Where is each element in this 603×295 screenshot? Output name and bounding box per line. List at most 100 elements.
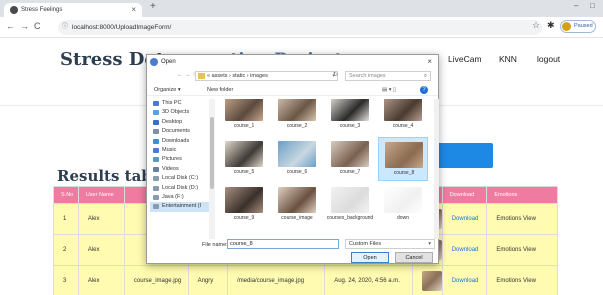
file-thumbnail xyxy=(225,187,263,213)
file-name: course_2 xyxy=(286,123,308,129)
drive-icon xyxy=(153,166,159,172)
view-options-icon[interactable]: ▤ ▾ ▯ xyxy=(382,84,396,96)
file-thumbnail xyxy=(331,99,369,121)
file-thumbnail xyxy=(225,141,263,167)
info-icon[interactable]: ⓘ xyxy=(62,20,68,35)
file-item[interactable]: course_6 xyxy=(272,137,322,181)
filetype-value: Custom Files xyxy=(349,241,382,247)
back-icon[interactable]: ← xyxy=(6,21,15,31)
search-icon: ⌕ xyxy=(423,73,427,79)
file-item[interactable]: course_image xyxy=(272,183,322,227)
sidebar-item[interactable]: Downloads xyxy=(150,137,209,146)
minimize-icon[interactable]: – xyxy=(574,1,578,10)
filetype-select[interactable]: Custom Files ▾ xyxy=(345,239,435,249)
open-button[interactable]: Open xyxy=(351,252,389,263)
new-folder-button[interactable]: New folder xyxy=(207,84,233,96)
dialog-path-text: « assets › static › images xyxy=(207,73,268,79)
sidebar-item[interactable]: Desktop xyxy=(150,118,209,127)
dialog-close-icon[interactable]: × xyxy=(427,55,432,69)
cancel-button[interactable]: Cancel xyxy=(395,252,433,263)
file-item[interactable]: course_4 xyxy=(378,99,428,135)
file-name: course_4 xyxy=(392,123,414,129)
cell-thumb xyxy=(411,265,443,295)
bookmark-star-icon[interactable]: ☆ xyxy=(532,20,540,31)
dialog-nav-arrows-icon[interactable]: ← → ↑ xyxy=(177,72,195,78)
url-bar[interactable]: ⓘ localhost:8000/UploadImageForm/ xyxy=(58,20,542,35)
profile-button[interactable]: Paused xyxy=(560,20,596,33)
sidebar-item-label: Documents xyxy=(162,128,190,135)
file-item[interactable]: courses_background xyxy=(325,183,375,227)
file-item[interactable]: course_3 xyxy=(325,99,375,135)
sidebar-item[interactable]: Documents xyxy=(150,127,209,136)
forward-icon[interactable]: → xyxy=(20,21,29,31)
emotions-view-link[interactable]: Emotions View xyxy=(486,265,558,295)
nav-link-knn[interactable]: KNN xyxy=(499,54,517,64)
cell-user: Alex xyxy=(77,265,125,295)
file-item[interactable]: down xyxy=(378,183,428,227)
file-item[interactable]: course_5 xyxy=(219,137,269,181)
sidebar-item-label: Entertainment (I xyxy=(162,203,202,210)
nav-link-livecam[interactable]: LiveCam xyxy=(448,54,482,64)
reload-icon[interactable]: C xyxy=(34,21,41,31)
drive-icon xyxy=(153,176,159,182)
sidebar-item[interactable]: Local Disk (C:) xyxy=(150,174,209,183)
file-thumbnail xyxy=(278,187,316,213)
file-thumbnail xyxy=(384,99,422,121)
sidebar-item[interactable]: Videos xyxy=(150,165,209,174)
col-header-sno: S.No xyxy=(53,186,79,204)
filename-input[interactable]: course_8 xyxy=(227,239,339,249)
sidebar-item-label: Music xyxy=(162,146,177,153)
drive-icon xyxy=(153,194,159,200)
nav-link-logout[interactable]: logout xyxy=(537,54,560,64)
file-name: course_9 xyxy=(233,215,255,221)
tab-close-icon[interactable]: × xyxy=(131,3,136,17)
sidebar-scrollbar[interactable] xyxy=(209,99,215,239)
sidebar-item-label: Desktop xyxy=(162,118,183,125)
file-open-dialog: Open × ← → ↑ « assets › static › images … xyxy=(146,54,439,264)
file-item[interactable]: course_9 xyxy=(219,183,269,227)
new-tab-button[interactable]: + xyxy=(150,1,156,12)
grid-scrollbar[interactable] xyxy=(434,99,439,239)
download-link[interactable]: Download xyxy=(441,265,488,295)
file-thumbnail xyxy=(278,99,316,121)
file-name: down xyxy=(397,215,409,221)
download-link[interactable]: Download xyxy=(441,234,488,266)
maximize-icon[interactable]: □ xyxy=(590,1,595,10)
sidebar-item[interactable]: This PC xyxy=(150,99,209,108)
sidebar-item[interactable]: Pictures xyxy=(150,155,209,164)
col-header-emotions: Emotions xyxy=(486,186,558,204)
drive-icon xyxy=(153,119,159,125)
file-item[interactable]: course_8 xyxy=(378,137,428,181)
folder-icon xyxy=(198,73,205,79)
file-item[interactable]: course_2 xyxy=(272,99,322,135)
refresh-icon[interactable]: ↻ xyxy=(333,71,338,78)
file-name: course_7 xyxy=(339,169,361,175)
dialog-path-bar[interactable]: « assets › static › images ▾ xyxy=(195,71,338,81)
help-icon[interactable]: ? xyxy=(420,86,428,94)
sidebar-item[interactable]: Java (F:) xyxy=(150,193,209,202)
organize-button[interactable]: Organize ▾ xyxy=(154,84,181,96)
emotions-view-link[interactable]: Emotions View xyxy=(486,234,558,266)
file-thumbnail xyxy=(331,141,369,167)
col-header-download: Download xyxy=(441,186,488,204)
upload-button[interactable] xyxy=(430,143,493,168)
dialog-search-input[interactable]: Search images ⌕ xyxy=(345,71,431,81)
file-thumbnail xyxy=(278,141,316,167)
cell-sno: 3 xyxy=(53,265,79,295)
dialog-sidebar: This PC 3D Objects Desktop Documents Downloa… xyxy=(150,99,210,239)
download-link[interactable]: Download xyxy=(441,203,488,235)
sidebar-item[interactable]: Music xyxy=(150,146,209,155)
extensions-icon[interactable]: ✱ xyxy=(547,20,555,31)
scrollbar-thumb[interactable] xyxy=(210,117,214,189)
dialog-search-placeholder: Search images xyxy=(349,73,386,79)
sidebar-item[interactable]: 3D Objects xyxy=(150,108,209,117)
sidebar-item[interactable]: Local Disk (D:) xyxy=(150,184,209,193)
dialog-address-row: ← → ↑ « assets › static › images ▾ ↻ Sea… xyxy=(147,69,438,83)
file-item[interactable]: course_7 xyxy=(325,137,375,181)
file-item[interactable]: course_1 xyxy=(219,99,269,135)
chevron-down-icon: ▾ xyxy=(428,241,431,247)
browser-tab[interactable]: Stress Feelings × xyxy=(4,3,142,17)
emotions-view-link[interactable]: Emotions View xyxy=(486,203,558,235)
sidebar-item[interactable]: Entertainment (I xyxy=(150,202,209,212)
url-text: localhost:8000/UploadImageForm/ xyxy=(72,24,172,31)
